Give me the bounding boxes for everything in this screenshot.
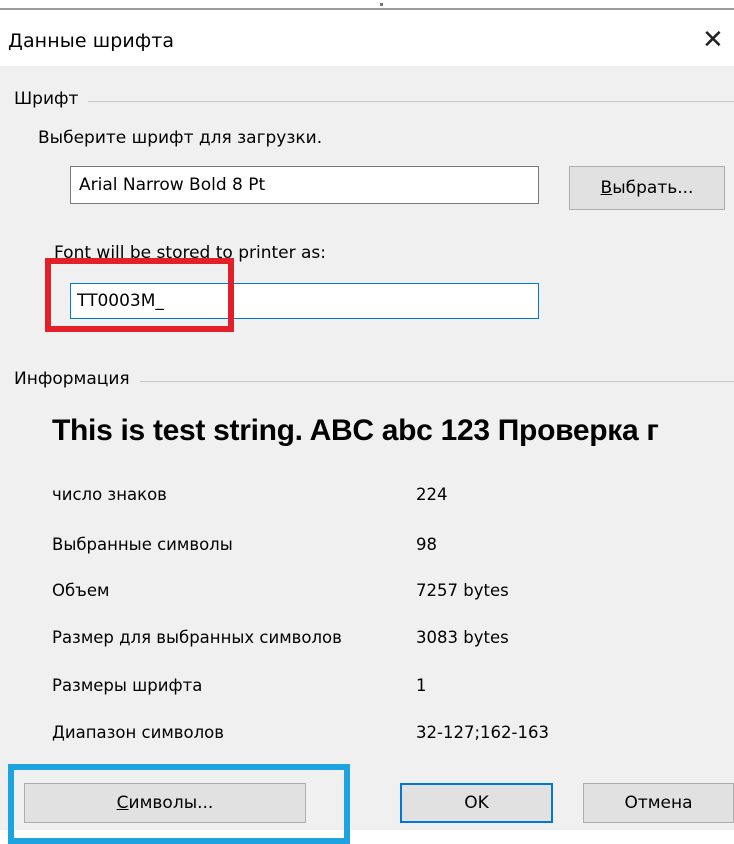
info-group-title: Информация bbox=[14, 369, 140, 389]
window-title: Данные шрифта bbox=[8, 30, 175, 52]
blue-highlight-box bbox=[8, 764, 350, 844]
select-font-button[interactable]: Выбрать... bbox=[569, 166, 725, 210]
font-instruction: Выберите шрифт для загрузки. bbox=[38, 128, 323, 148]
font-name-field[interactable]: Arial Narrow Bold 8 Pt bbox=[70, 166, 539, 204]
info-name-char-range: Диапазон символов bbox=[52, 723, 224, 742]
info-value-char-count: 224 bbox=[416, 485, 448, 504]
info-value-size: 7257 bytes bbox=[416, 581, 509, 600]
info-value-char-range: 32-127;162-163 bbox=[416, 723, 549, 742]
font-group-title: Шрифт bbox=[14, 89, 89, 109]
background-dot bbox=[380, 3, 383, 6]
info-name-size: Объем bbox=[52, 581, 110, 600]
info-name-selected-symbols: Выбранные символы bbox=[52, 535, 233, 554]
red-highlight-box bbox=[45, 258, 234, 332]
info-value-font-sizes: 1 bbox=[416, 676, 427, 695]
close-icon[interactable]: ✕ bbox=[702, 26, 734, 54]
font-sample-text: This is test string. ABC abc 123 Проверк… bbox=[52, 414, 659, 447]
info-name-char-count: число знаков bbox=[52, 485, 167, 504]
ok-button[interactable]: OK bbox=[400, 783, 553, 823]
info-name-selected-size: Размер для выбранных символов bbox=[52, 628, 342, 647]
cancel-button[interactable]: Отмена bbox=[583, 783, 734, 823]
info-value-selected-size: 3083 bytes bbox=[416, 628, 509, 647]
font-group-line bbox=[14, 101, 734, 102]
info-name-font-sizes: Размеры шрифта bbox=[52, 676, 203, 695]
info-value-selected-symbols: 98 bbox=[416, 535, 437, 554]
